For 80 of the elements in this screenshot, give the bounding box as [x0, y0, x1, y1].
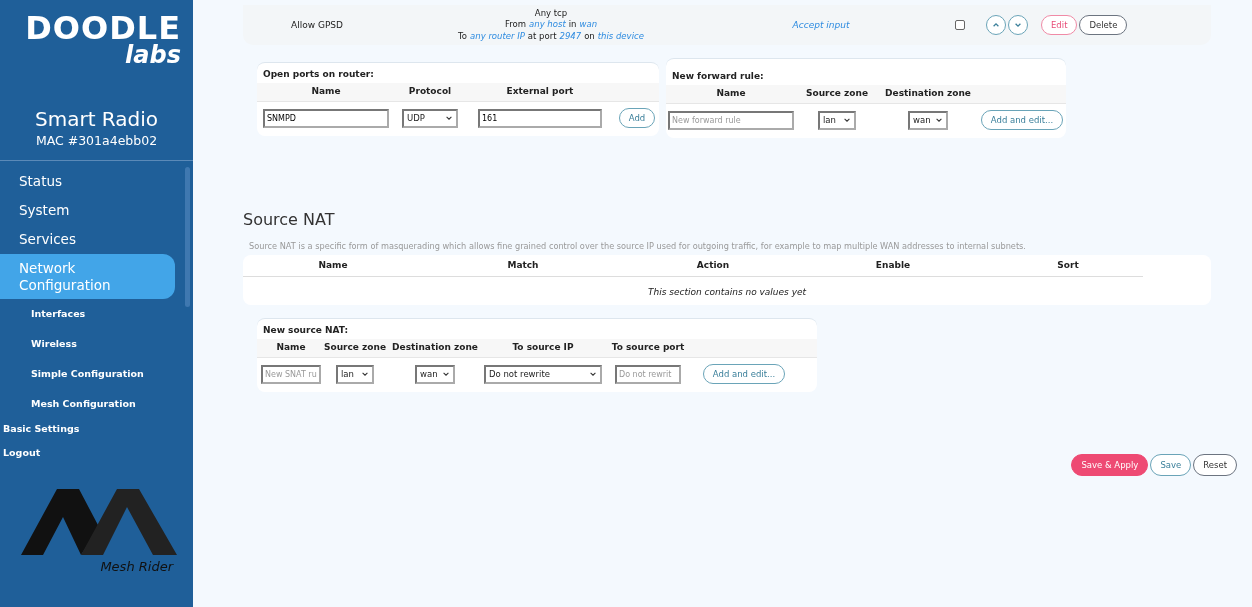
column-header: Source zone	[805, 88, 869, 98]
nav-item[interactable]: Basic Settings	[0, 419, 175, 443]
protocol-select[interactable]: UDP	[402, 108, 458, 128]
column-header: Name	[317, 260, 349, 270]
column-header: To source port	[610, 342, 686, 352]
rule-action-link[interactable]: Accept input	[711, 20, 931, 30]
caret-icon	[843, 116, 851, 124]
save-button[interactable]: Save	[1150, 454, 1192, 476]
delete-button[interactable]: Delete	[1079, 15, 1128, 35]
column-header: Name	[275, 342, 307, 352]
caret-icon	[442, 370, 450, 378]
source-zone-select[interactable]: lan	[818, 110, 856, 130]
device-title: Smart Radio	[34, 106, 159, 132]
column-header: Name	[715, 88, 747, 98]
column-header: Destination zone	[884, 88, 972, 98]
scrollbar[interactable]	[185, 167, 190, 307]
card-title: Open ports on router:	[262, 68, 375, 81]
name-input[interactable]: New forward rule	[668, 110, 794, 130]
column-header: Name	[310, 86, 342, 96]
mesh-rider-logo-text: Mesh Rider	[100, 559, 173, 574]
section-description: Source NAT is a specific form of masquerading which allows fine grained control over the source IP used for outgoing traffic, for example to map multiple WAN addresses to internal subnets.	[249, 241, 1026, 251]
nav-item[interactable]: Wireless	[0, 329, 175, 359]
empty-message: This section contains no values yet	[646, 286, 808, 299]
chevron-up-icon	[992, 21, 1000, 29]
name-input[interactable]: New SNAT ru	[261, 364, 321, 384]
card-title: New forward rule:	[671, 70, 765, 83]
caret-icon	[935, 116, 943, 124]
port-input[interactable]: 161	[478, 108, 602, 128]
card-title: New source NAT:	[262, 324, 350, 337]
add-and-edit-button[interactable]: Add and edit...	[702, 364, 786, 384]
caret-icon	[361, 370, 369, 378]
match-link[interactable]: any router IP	[470, 30, 525, 43]
column-header: Destination zone	[391, 342, 479, 352]
nav-item[interactable]: Interfaces	[0, 299, 175, 329]
nav-item[interactable]: Status	[0, 167, 175, 196]
brand-logo-subtext: labs	[125, 44, 181, 66]
source-port-input[interactable]: Do not rewrit	[615, 364, 681, 384]
caret-icon	[589, 370, 597, 378]
nav-item[interactable]: System	[0, 196, 175, 225]
column-header: Match	[506, 260, 540, 270]
nav-item[interactable]: Logout	[0, 443, 175, 467]
add-button[interactable]: Add	[618, 108, 656, 128]
match-text: Any tcp	[534, 7, 568, 20]
save-and-apply-button[interactable]: Save & Apply	[1071, 454, 1149, 476]
destination-zone-select[interactable]: wan	[908, 110, 948, 130]
match-link[interactable]: wan	[579, 19, 598, 31]
edit-button[interactable]: Edit	[1041, 15, 1078, 35]
match-text: at port	[527, 30, 557, 43]
mac-address: MAC #301a4ebb02	[35, 132, 158, 150]
match-text: From	[504, 19, 527, 31]
reset-button[interactable]: Reset	[1193, 454, 1237, 476]
source-zone-select[interactable]: lan	[336, 364, 374, 384]
match-link[interactable]: 2947	[559, 30, 582, 43]
destination-zone-select[interactable]: wan	[415, 364, 455, 384]
ribbon-m-logo-icon	[18, 487, 180, 557]
enable-checkbox[interactable]	[955, 20, 965, 30]
nav-item[interactable]: Simple Configuration	[0, 359, 175, 389]
column-header: External port	[505, 86, 575, 96]
name-input[interactable]: SNMPD	[263, 108, 389, 128]
source-ip-select[interactable]: Do not rewrite	[484, 364, 602, 384]
section-heading: Source NAT	[243, 210, 335, 229]
match-link[interactable]: this device	[597, 30, 644, 43]
column-header: Sort	[1056, 260, 1080, 270]
match-text: in	[568, 19, 577, 31]
match-text: on	[584, 30, 595, 43]
nav-item[interactable]: Services	[0, 225, 175, 254]
chevron-down-icon	[1014, 21, 1022, 29]
nav-item[interactable]: Mesh Configuration	[0, 389, 175, 419]
move-down-button[interactable]	[1008, 15, 1028, 35]
add-and-edit-button[interactable]: Add and edit...	[980, 110, 1064, 130]
column-header: Protocol	[407, 86, 453, 96]
column-header: Source zone	[323, 342, 387, 352]
move-up-button[interactable]	[986, 15, 1006, 35]
rule-name: Allow GPSD	[290, 20, 344, 30]
match-link[interactable]: any host	[529, 19, 566, 31]
match-text: To	[458, 30, 468, 43]
column-header: To source IP	[511, 342, 575, 352]
column-header: Enable	[874, 260, 912, 270]
caret-icon	[445, 114, 453, 122]
column-header: Action	[695, 260, 731, 270]
